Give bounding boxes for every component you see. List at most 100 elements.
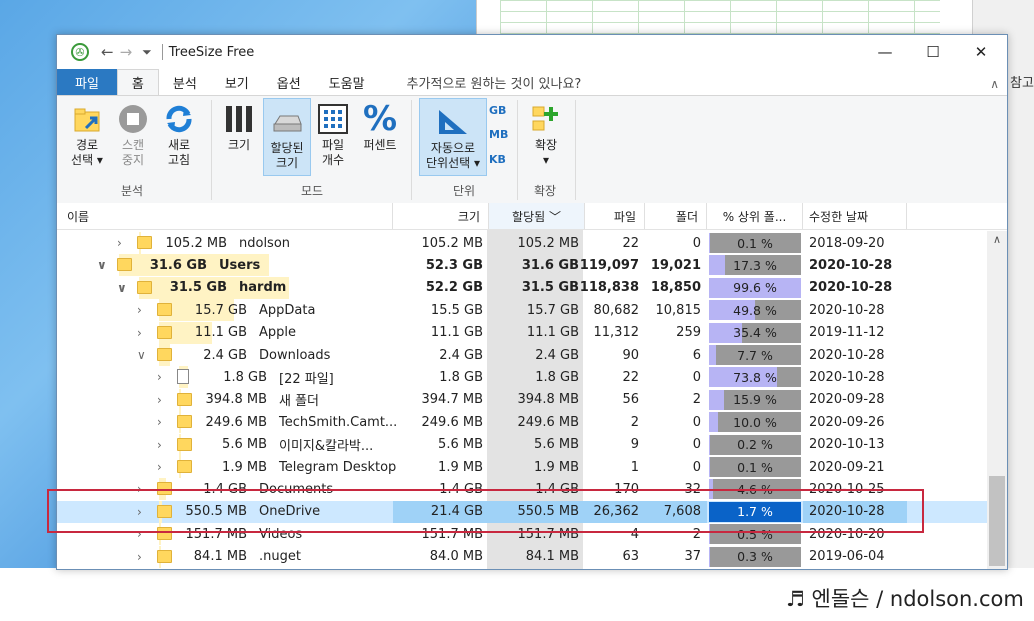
item-name[interactable]: Apple bbox=[259, 322, 296, 344]
choose-path-button[interactable]: 경로 선택 ▾ bbox=[65, 96, 109, 168]
tab-options[interactable]: 옵션 bbox=[263, 69, 315, 95]
percent-bar: 0.1 % bbox=[709, 457, 801, 477]
tab-home[interactable]: 홈 bbox=[116, 69, 159, 95]
expand-button[interactable]: 확장 ▾ bbox=[523, 96, 569, 168]
tree-row[interactable]: ∨ 31.6 GB Users 52.3 GB 31.6 GB 119,097 19,021… bbox=[57, 254, 987, 277]
size-cell: 84.0 MB bbox=[429, 549, 483, 565]
column-name[interactable]: 이름 bbox=[57, 203, 393, 229]
column-modified-date[interactable]: 수정한 날짜 bbox=[803, 203, 907, 229]
unit-kb-button[interactable]: KB bbox=[489, 153, 506, 166]
column-folders[interactable]: 폴더 bbox=[645, 203, 707, 229]
size-cell: 15.5 GB bbox=[430, 302, 483, 318]
allocated-cell: 15.7 GB bbox=[526, 302, 579, 318]
item-name[interactable]: [22 파일] bbox=[279, 366, 334, 388]
column-size[interactable]: 크기 bbox=[393, 203, 489, 229]
file-icon bbox=[177, 369, 189, 385]
annotation-highlight-box bbox=[47, 489, 924, 533]
unit-gb-button[interactable]: GB bbox=[489, 104, 506, 117]
tell-me-search[interactable]: 추가적으로 원하는 것이 있나요? bbox=[393, 69, 596, 95]
item-name[interactable]: Downloads bbox=[259, 344, 330, 366]
minimize-button[interactable]: — bbox=[861, 35, 909, 69]
folder-icon bbox=[177, 460, 192, 473]
folder-icon bbox=[157, 348, 172, 361]
item-name[interactable]: .nuget bbox=[259, 546, 301, 568]
tree-row[interactable]: › 11.1 GB Apple 11.1 GB 11.1 GB 11,312 259 35.4… bbox=[57, 321, 987, 344]
item-name[interactable]: 새 폴더 bbox=[279, 389, 319, 411]
size-cell: 1.9 MB bbox=[438, 459, 483, 475]
percent-text: 0.3 % bbox=[737, 549, 773, 565]
group-separator bbox=[575, 100, 576, 200]
tab-view[interactable]: 보기 bbox=[211, 69, 263, 95]
item-name[interactable]: ndolson bbox=[239, 232, 290, 254]
item-name[interactable]: hardm bbox=[239, 277, 286, 299]
expand-chevron-icon[interactable]: › bbox=[157, 456, 162, 478]
folders-cell: 0 bbox=[692, 437, 701, 453]
scroll-up-arrow-icon[interactable]: ∧ bbox=[987, 233, 1007, 246]
size-cell: 249.6 MB bbox=[421, 414, 483, 430]
folder-icon bbox=[177, 392, 192, 406]
expand-chevron-icon[interactable]: › bbox=[157, 389, 162, 411]
item-name[interactable]: AppData bbox=[259, 299, 315, 321]
collapse-chevron-icon[interactable]: ∨ bbox=[117, 277, 127, 299]
expand-chevron-icon[interactable]: › bbox=[157, 411, 162, 433]
expand-chevron-icon[interactable]: › bbox=[157, 434, 162, 456]
tab-analysis[interactable]: 분석 bbox=[159, 69, 211, 95]
folders-cell: 19,021 bbox=[650, 257, 701, 273]
item-name[interactable]: TechSmith.Camt... bbox=[279, 411, 397, 433]
tree-row[interactable]: › 1.8 GB [22 파일] 1.8 GB 1.8 GB 22 0 73.8 % 2020-… bbox=[57, 366, 987, 389]
column-files[interactable]: 파일 bbox=[585, 203, 645, 229]
item-name[interactable]: Telegram Desktop bbox=[279, 456, 396, 478]
size-cell: 2.4 GB bbox=[439, 347, 483, 363]
mode-allocated-button[interactable]: 할당된 크기 bbox=[263, 98, 311, 176]
stop-scan-button[interactable]: 스캔 중지 bbox=[111, 96, 155, 168]
vertical-scrollbar[interactable]: ∧ bbox=[987, 231, 1007, 569]
mode-percent-button[interactable]: % 퍼센트 bbox=[357, 96, 403, 153]
expand-chevron-icon[interactable]: › bbox=[117, 232, 122, 254]
item-name[interactable]: 이미지&칼라박... bbox=[279, 434, 373, 456]
tab-file[interactable]: 파일 bbox=[57, 69, 117, 95]
tree-row[interactable]: › 15.7 GB AppData 15.5 GB 15.7 GB 80,682 10,81… bbox=[57, 299, 987, 322]
tree-row[interactable]: ∨ 2.4 GB Downloads 2.4 GB 2.4 GB 90 6 7.7 % 2020… bbox=[57, 344, 987, 366]
refresh-button[interactable]: 새로 고침 bbox=[157, 96, 201, 168]
auto-unit-button[interactable]: 자동으로 단위선택 ▾ bbox=[419, 98, 487, 176]
column-allocated[interactable]: 할당됨 ﹀ bbox=[489, 203, 585, 229]
column-percent-parent[interactable]: % 상위 폴... bbox=[707, 203, 803, 229]
tab-help[interactable]: 도움말 bbox=[315, 69, 379, 95]
item-name[interactable]: Users bbox=[219, 254, 260, 276]
mode-file-count-button[interactable]: 파일 개수 bbox=[313, 96, 353, 168]
tree-row[interactable]: › 249.6 MB TechSmith.Camt... 249.6 MB 249.6 … bbox=[57, 411, 987, 434]
tree-row[interactable]: › 1.9 MB Telegram Desktop 1.9 MB 1.9 MB 1 0 0.1… bbox=[57, 456, 987, 478]
percent-text: 10.0 % bbox=[733, 414, 777, 430]
background-window-text: 참고 bbox=[1010, 76, 1034, 91]
percent-bar: 99.6 % bbox=[709, 277, 801, 298]
allocated-cell: 31.5 GB bbox=[521, 280, 579, 296]
expand-chevron-icon[interactable]: › bbox=[137, 322, 142, 344]
triangle-ruler-icon bbox=[436, 105, 470, 139]
tree-row[interactable]: › 5.6 MB 이미지&칼라박... 5.6 MB 5.6 MB 9 0 0.2 % 2020… bbox=[57, 433, 987, 456]
size-cell: 52.2 GB bbox=[425, 280, 483, 296]
tree-row[interactable]: › 394.8 MB 새 폴더 394.7 MB 394.8 MB 56 2 15.9 % 20… bbox=[57, 388, 987, 411]
mode-size-button[interactable]: 크기 bbox=[219, 96, 259, 153]
collapse-chevron-icon[interactable]: ∨ bbox=[137, 344, 146, 366]
expand-chevron-icon[interactable]: › bbox=[137, 546, 142, 568]
maximize-button[interactable]: ☐ bbox=[909, 35, 957, 69]
collapse-chevron-icon[interactable]: ∨ bbox=[97, 254, 107, 276]
back-arrow-icon[interactable]: ← bbox=[101, 43, 114, 61]
expand-chevron-icon[interactable]: › bbox=[157, 366, 162, 388]
forward-arrow-icon[interactable]: → bbox=[120, 43, 133, 61]
allocated-size-label: 2.4 GB bbox=[203, 347, 247, 363]
quick-access-dropdown-icon[interactable]: ⏷ bbox=[142, 45, 152, 60]
close-button[interactable]: ✕ bbox=[957, 35, 1005, 69]
ribbon: 경로 선택 ▾ 스캔 중지 새로 고침 분석 크기 할당된 크기 파일 개수 %… bbox=[57, 96, 1007, 205]
group-separator bbox=[211, 100, 212, 200]
tree-row[interactable]: ∨ 31.5 GB hardm 52.2 GB 31.5 GB 118,838 18,850… bbox=[57, 276, 987, 299]
tree-row[interactable]: › 105.2 MB ndolson 105.2 MB 105.2 MB 22 0 0.1 %… bbox=[57, 232, 987, 254]
unit-mb-button[interactable]: MB bbox=[489, 128, 508, 141]
folder-icon bbox=[157, 549, 172, 563]
expand-chevron-icon[interactable]: › bbox=[137, 299, 142, 321]
allocated-cell: 1.9 MB bbox=[534, 459, 579, 475]
collapse-ribbon-icon[interactable]: ∧ bbox=[990, 77, 999, 91]
allocated-cell: 249.6 MB bbox=[517, 414, 579, 430]
tree-row[interactable]: › 84.1 MB .nuget 84.0 MB 84.1 MB 63 37 0.3 % 201… bbox=[57, 545, 987, 568]
scrollbar-thumb[interactable] bbox=[989, 476, 1005, 566]
